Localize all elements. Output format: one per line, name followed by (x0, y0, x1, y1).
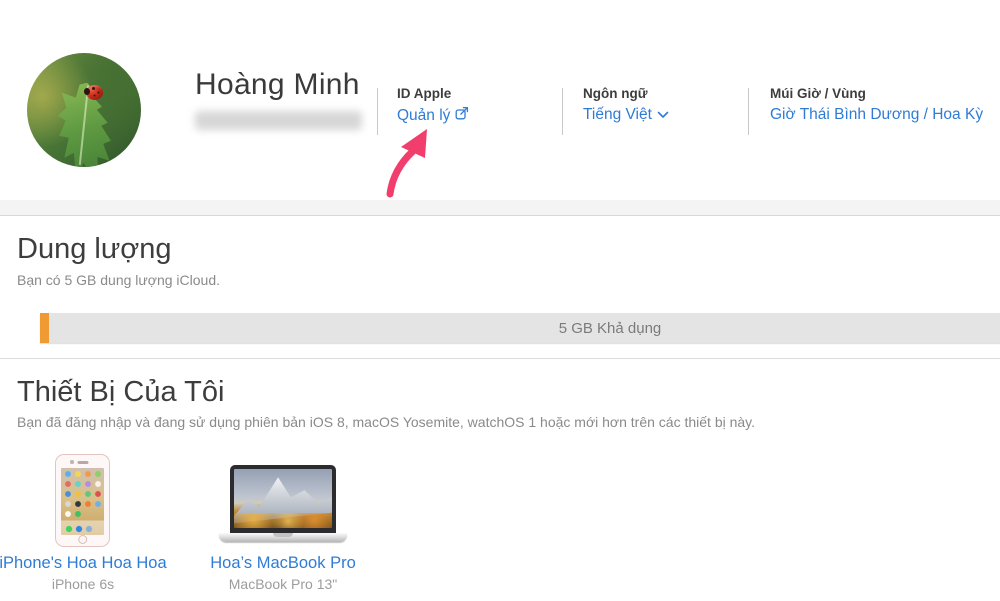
manage-link-text: Quản lý (397, 107, 450, 125)
header-divider-1 (377, 88, 378, 135)
storage-title: Dung lượng (17, 233, 172, 266)
language-value: Tiếng Việt (583, 106, 652, 124)
macbook-base (219, 533, 347, 542)
timezone-label: Múi Giờ / Vùng (770, 86, 983, 101)
header-divider-3 (748, 88, 749, 135)
iphone-image (55, 454, 110, 547)
language-select[interactable]: Tiếng Việt (583, 106, 669, 124)
storage-bar-label: 5 GB Khả dụng (559, 320, 662, 337)
annotation-arrow (372, 118, 442, 200)
timezone-value: Giờ Thái Bình Dương / Hoa Kỳ (770, 106, 983, 124)
timezone-section: Múi Giờ / Vùng Giờ Thái Bình Dương / Hoa… (770, 86, 983, 124)
device-model-label: iPhone 6s (0, 576, 183, 592)
section-separator-line (0, 358, 1000, 359)
device-name-link[interactable]: iPhone's Hoa Hoa Hoa (0, 554, 183, 573)
language-section: Ngôn ngữ Tiếng Việt (583, 86, 669, 124)
chevron-down-icon (657, 106, 669, 124)
apple-id-section: ID Apple Quản lý (397, 86, 469, 125)
device-model-label: MacBook Pro 13" (183, 576, 383, 592)
macbook-wallpaper (234, 469, 332, 528)
storage-subtitle: Bạn có 5 GB dung lượng iCloud. (17, 272, 220, 288)
section-separator-band (0, 200, 1000, 216)
storage-used-segment (40, 313, 49, 343)
foliage-graphic (234, 513, 332, 528)
storage-bar: 5 GB Khả dụng (40, 313, 1000, 343)
macbook-notch (273, 533, 293, 537)
profile-avatar[interactable] (27, 53, 141, 167)
iphone-camera-dot (70, 460, 74, 464)
external-link-icon (455, 106, 469, 125)
iphone-speaker (77, 461, 88, 464)
devices-subtitle: Bạn đã đăng nhập và đang sử dụng phiên b… (17, 414, 755, 430)
manage-apple-id-link[interactable]: Quản lý (397, 106, 469, 125)
iphone-home-button (78, 535, 88, 545)
device-name-link[interactable]: Hoa’s MacBook Pro (183, 554, 383, 573)
devices-title: Thiết Bị Của Tôi (17, 376, 224, 409)
iphone-screen (61, 468, 104, 535)
timezone-link[interactable]: Giờ Thái Bình Dương / Hoa Kỳ (770, 106, 983, 124)
ladybug-image (86, 85, 103, 100)
email-redacted-blur (195, 111, 362, 130)
header-divider-2 (562, 88, 563, 135)
macbook-image (230, 465, 336, 533)
apple-id-label: ID Apple (397, 86, 469, 101)
language-label: Ngôn ngữ (583, 86, 669, 101)
profile-name: Hoàng Minh (195, 68, 360, 102)
